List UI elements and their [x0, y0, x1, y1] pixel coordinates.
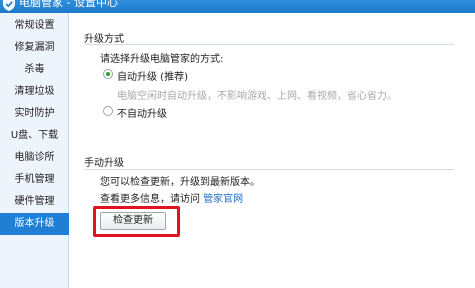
sidebar-item-phone-management[interactable]: 手机管理: [0, 169, 69, 191]
sidebar-item-clean-junk[interactable]: 清理垃圾: [0, 81, 69, 103]
title-bar: 电脑管家 - 设置中心: [0, 0, 475, 13]
highlight-box: [93, 206, 180, 237]
sidebar-item-realtime-protection[interactable]: 实时防护: [0, 103, 69, 125]
settings-content: 升级方式 请选择升级电脑管家的方式: 自动升级 (推荐) 电脑空闲时自动升级，不…: [70, 13, 475, 288]
sidebar-item-fix-vulnerabilities[interactable]: 修复漏洞: [0, 37, 69, 59]
no-auto-upgrade-radio[interactable]: [103, 106, 113, 116]
sidebar: 常规设置 修复漏洞 杀毒 清理垃圾 实时防护 U盘、下载 电脑诊所 手机管理 硬…: [0, 13, 69, 288]
official-site-link[interactable]: 管家官网: [203, 194, 243, 205]
section-divider: [84, 44, 454, 45]
sidebar-item-hardware-management[interactable]: 硬件管理: [0, 191, 69, 213]
sidebar-item-pc-clinic[interactable]: 电脑诊所: [0, 147, 69, 169]
upgrade-method-title: 升级方式: [84, 34, 124, 45]
window-title: 电脑管家 - 设置中心: [19, 0, 118, 9]
manual-upgrade-title: 手动升级: [84, 158, 124, 169]
sidebar-item-usb-download[interactable]: U盘、下载: [0, 125, 69, 147]
auto-upgrade-description: 电脑空闲时自动升级，不影响游戏、上网、看视频，省心省力。: [117, 91, 397, 102]
section-divider: [84, 169, 454, 170]
auto-upgrade-radio[interactable]: [103, 69, 113, 79]
sidebar-item-general[interactable]: 常规设置: [0, 15, 69, 37]
manual-upgrade-description: 您可以检查更新，升级到最新版本。: [100, 177, 260, 188]
sidebar-item-version-upgrade[interactable]: 版本升级: [0, 213, 69, 235]
auto-upgrade-label[interactable]: 自动升级 (推荐): [117, 68, 188, 83]
upgrade-method-prompt: 请选择升级电脑管家的方式:: [100, 54, 224, 65]
sidebar-item-antivirus[interactable]: 杀毒: [0, 59, 69, 81]
shield-icon: [3, 0, 15, 11]
more-info-line: 查看更多信息，请访问 管家官网: [100, 190, 243, 205]
more-info-text: 查看更多信息，请访问: [100, 194, 200, 205]
no-auto-upgrade-label[interactable]: 不自动升级: [117, 105, 167, 120]
